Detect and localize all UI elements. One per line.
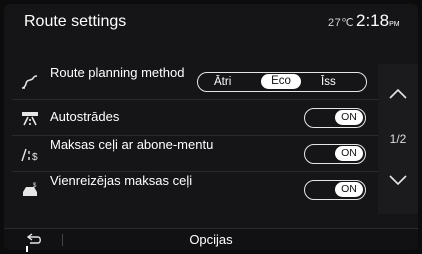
setting-label: Autostrādes <box>50 109 120 124</box>
route-method-selector[interactable]: Ātri Eco Īss <box>197 72 367 92</box>
route-icon <box>20 73 40 91</box>
motorways-toggle[interactable]: ON <box>304 108 366 128</box>
setting-label: Maksas ceļi ar abone-mentu <box>50 137 214 152</box>
settings-list: Route planning method Ātri Eco Īss Autos… <box>12 64 378 207</box>
route-option-eco[interactable]: Eco <box>261 74 301 89</box>
motorway-icon <box>20 109 40 127</box>
single-tolls-toggle[interactable]: ON <box>304 180 366 200</box>
toggle-state: ON <box>335 182 363 197</box>
chevron-down-icon[interactable] <box>386 168 410 192</box>
setting-label: Route planning method <box>50 65 185 80</box>
setting-label: Vienreizējas maksas ceļi <box>50 173 193 188</box>
setting-row-single-tolls: $ Vienreizējas maksas ceļi ON <box>12 172 378 207</box>
clock-time: 2:18 <box>356 11 390 30</box>
screen-frame: Route settings 27℃ 2:18PM Route planning… <box>4 4 418 250</box>
header-bar: Route settings 27℃ 2:18PM <box>4 4 418 38</box>
subscription-toll-icon: $ <box>20 145 40 163</box>
bottom-bar: Opcijas <box>4 228 418 250</box>
route-option-short[interactable]: Īss <box>321 75 336 89</box>
page-title: Route settings <box>24 13 127 30</box>
clock-ampm: PM <box>389 21 400 28</box>
setting-row-route-planning: Route planning method Ātri Eco Īss <box>12 64 378 100</box>
options-button[interactable]: Opcijas <box>4 232 418 247</box>
toggle-state: ON <box>335 110 363 125</box>
toll-icon: $ <box>20 181 40 199</box>
temperature-readout: 27℃ <box>328 17 355 29</box>
page-navigator: 1/2 <box>378 64 418 214</box>
chevron-up-icon[interactable] <box>386 82 410 106</box>
setting-row-subscription-tolls: $ Maksas ceļi ar abone-mentu ON <box>12 136 378 172</box>
subscription-tolls-toggle[interactable]: ON <box>304 144 366 164</box>
toggle-state: ON <box>335 146 363 161</box>
route-option-fast[interactable]: Ātri <box>214 75 231 89</box>
focus-marker <box>26 246 28 252</box>
page-indicator: 1/2 <box>389 132 407 146</box>
clock: 2:18PM <box>356 11 400 31</box>
setting-row-motorways: Autostrādes ON <box>12 100 378 136</box>
svg-text:$: $ <box>32 152 38 163</box>
svg-text:$: $ <box>33 183 37 189</box>
